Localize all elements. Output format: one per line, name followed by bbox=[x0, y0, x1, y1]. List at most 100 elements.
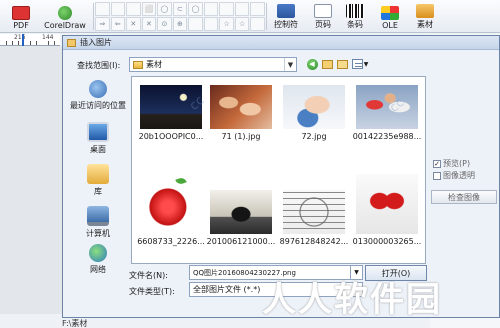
views-icon bbox=[351, 59, 363, 69]
up-folder-button[interactable] bbox=[321, 57, 333, 71]
shape-tool[interactable] bbox=[110, 2, 126, 16]
picture-icon bbox=[67, 38, 76, 47]
file-item[interactable]: 201006121000... bbox=[206, 190, 276, 246]
page-number-button[interactable]: 页码 bbox=[308, 1, 338, 32]
back-button[interactable]: ◀ bbox=[306, 57, 318, 71]
file-name: 72.jpg bbox=[301, 132, 327, 141]
shape-tool[interactable]: ⊙ bbox=[157, 17, 172, 31]
place-library[interactable]: 库 bbox=[66, 164, 130, 197]
transparent-label: 图像透明 bbox=[443, 171, 475, 180]
file-name: 013000003265... bbox=[352, 237, 422, 246]
page-number-label: 页码 bbox=[315, 20, 331, 29]
place-network[interactable]: 网络 bbox=[66, 244, 130, 275]
ruler-tick bbox=[54, 41, 55, 45]
file-name: 20b1OOOPIC0... bbox=[138, 132, 204, 141]
file-item[interactable]: 6608733_2226... bbox=[136, 174, 206, 246]
chevron-down-icon[interactable]: ▼ bbox=[284, 58, 296, 71]
material-button[interactable]: 素材 bbox=[410, 1, 440, 32]
file-item[interactable]: 00142235e988... bbox=[352, 85, 422, 141]
ole-label: OLE bbox=[382, 21, 398, 30]
file-name: 00142235e988... bbox=[352, 132, 422, 141]
shape-tool[interactable]: ☆ bbox=[234, 17, 250, 31]
barcode-icon bbox=[346, 4, 364, 18]
place-label: 桌面 bbox=[90, 145, 106, 154]
place-desktop[interactable]: 桌面 bbox=[66, 122, 130, 155]
chevron-down-icon: ▼ bbox=[363, 60, 369, 68]
file-item[interactable]: 897612848242... bbox=[279, 190, 349, 246]
shape-tool[interactable] bbox=[250, 17, 265, 31]
preview-checkbox[interactable]: ✓ 预览(P) bbox=[433, 158, 470, 169]
place-recent[interactable]: 最近访问的位置 bbox=[66, 80, 130, 111]
shape-tool[interactable] bbox=[126, 2, 141, 16]
shape-tool[interactable] bbox=[203, 17, 219, 31]
recent-places-icon bbox=[89, 80, 107, 98]
coreldraw-label: CorelDraw bbox=[44, 21, 86, 30]
ruler-tick bbox=[18, 41, 19, 45]
page-number-icon bbox=[314, 4, 332, 18]
new-folder-icon bbox=[336, 59, 348, 69]
shape-tool[interactable]: ⇒ bbox=[95, 17, 110, 31]
ruler-position-marker bbox=[22, 34, 24, 46]
look-in-combo[interactable]: 素材 ▼ bbox=[129, 57, 297, 72]
shape-tool[interactable]: ✕ bbox=[141, 17, 157, 31]
status-path: F:\素材 bbox=[62, 319, 88, 328]
back-arrow-icon: ◀ bbox=[306, 58, 318, 70]
shape-tool[interactable] bbox=[219, 2, 234, 16]
image-thumbnail bbox=[210, 85, 272, 129]
toolbar-divider bbox=[266, 3, 267, 30]
ruler-tick bbox=[12, 41, 13, 45]
ruler-tick bbox=[36, 41, 37, 45]
pdf-label: PDF bbox=[13, 21, 29, 30]
shape-tool[interactable]: ⊕ bbox=[172, 17, 188, 31]
check-image-button[interactable]: 检查图像 bbox=[431, 190, 497, 204]
place-label: 最近访问的位置 bbox=[70, 101, 126, 110]
file-list[interactable]: 20b1OOOPIC0... 71 (1).jpg 72.jpg 0014223… bbox=[131, 76, 426, 264]
shape-tool[interactable]: ⇐ bbox=[110, 17, 126, 31]
file-item[interactable]: 72.jpg bbox=[279, 85, 349, 141]
new-folder-button[interactable] bbox=[336, 57, 348, 71]
design-canvas bbox=[0, 46, 62, 314]
watermark-brand: 人人软件园 bbox=[262, 280, 442, 320]
shape-tool[interactable]: ⊂ bbox=[172, 2, 188, 16]
checkbox-box bbox=[433, 171, 441, 180]
pdf-button[interactable]: PDF bbox=[6, 1, 36, 32]
ruler: 216 144 bbox=[0, 34, 60, 46]
barcode-button[interactable]: 条码 bbox=[340, 1, 370, 32]
ole-button[interactable]: OLE bbox=[376, 1, 404, 32]
image-thumbnail bbox=[283, 85, 345, 129]
desktop-icon bbox=[87, 122, 109, 142]
file-item[interactable]: 71 (1).jpg bbox=[206, 85, 276, 141]
look-in-value: 素材 bbox=[146, 60, 162, 69]
transparent-checkbox[interactable]: 图像透明 bbox=[433, 170, 475, 181]
image-thumbnail bbox=[356, 174, 418, 234]
shape-tool[interactable]: ☆ bbox=[219, 17, 234, 31]
shape-tool[interactable] bbox=[234, 2, 250, 16]
ruler-tick bbox=[48, 41, 49, 45]
control-char-button[interactable]: 控制符 bbox=[268, 1, 304, 32]
pdf-icon bbox=[12, 6, 30, 20]
file-item[interactable]: 013000003265... bbox=[352, 174, 422, 246]
file-name: 897612848242... bbox=[279, 237, 349, 246]
shape-tool[interactable] bbox=[188, 17, 203, 31]
place-label: 计算机 bbox=[86, 229, 110, 238]
shape-tool[interactable]: ◯ bbox=[157, 2, 172, 16]
coreldraw-button[interactable]: CorelDraw bbox=[40, 1, 90, 32]
shape-tool[interactable]: ✕ bbox=[126, 17, 141, 31]
material-icon bbox=[416, 4, 434, 18]
dialog-titlebar[interactable]: 插入图片 bbox=[63, 36, 499, 50]
image-thumbnail bbox=[283, 190, 345, 234]
shape-tool[interactable] bbox=[95, 2, 110, 16]
preview-label: 预览(P) bbox=[443, 159, 471, 168]
ole-icon bbox=[381, 6, 399, 20]
shape-tool[interactable] bbox=[203, 2, 219, 16]
shape-tool[interactable]: ⬜ bbox=[141, 2, 157, 16]
control-char-label: 控制符 bbox=[274, 20, 298, 29]
file-name: 71 (1).jpg bbox=[221, 132, 261, 141]
views-menu-button[interactable]: ▼ bbox=[351, 57, 369, 71]
folder-icon bbox=[133, 60, 143, 69]
shape-tool[interactable] bbox=[250, 2, 265, 16]
shape-tool[interactable]: ◯ bbox=[188, 2, 203, 16]
image-thumbnail bbox=[356, 85, 418, 129]
place-computer[interactable]: 计算机 bbox=[66, 206, 130, 239]
shape-palette: ⬜ ◯ ⊂ ◯ ⇒ ⇐ ✕ ✕ ⊙ ⊕ ☆ ☆ bbox=[95, 2, 265, 31]
